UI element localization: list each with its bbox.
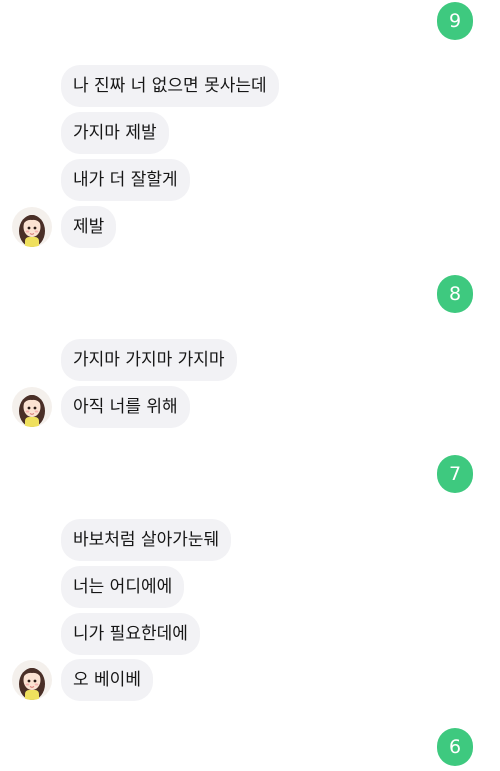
received-message-text: 나 진짜 너 없으면 못사는데 [73, 76, 267, 96]
received-message-bubble[interactable]: 제발 [61, 206, 117, 248]
received-message-bubble[interactable]: 아직 너를 위해 [61, 386, 190, 428]
received-message-text: 오 베이베 [73, 670, 141, 690]
profile-avatar-icon[interactable] [12, 207, 52, 247]
sent-message-bubble[interactable]: 6 [437, 728, 473, 766]
girl-avatar-icon [19, 395, 45, 427]
profile-avatar-icon[interactable] [12, 387, 52, 427]
received-message-bubble[interactable]: 내가 더 잘할게 [61, 159, 190, 201]
received-message-bubble[interactable]: 가지마 제발 [61, 112, 169, 154]
sent-message-text: 7 [448, 463, 462, 485]
received-message-text: 가지마 가지마 가지마 [73, 350, 225, 370]
received-message-text: 제발 [73, 217, 105, 237]
received-message-text: 너는 어디에에 [73, 577, 173, 597]
received-message-bubble[interactable]: 너는 어디에에 [61, 566, 185, 608]
received-message-bubble[interactable]: 오 베이베 [61, 659, 153, 701]
sent-message-text: 9 [448, 10, 462, 32]
profile-avatar-icon[interactable] [12, 660, 52, 700]
received-message-bubble[interactable]: 나 진짜 너 없으면 못사는데 [61, 65, 279, 107]
sent-message-bubble[interactable]: 9 [437, 2, 473, 40]
received-message-text: 바보처럼 살아가눈뒈 [73, 530, 220, 550]
received-message-text: 내가 더 잘할게 [73, 170, 178, 190]
girl-avatar-icon [19, 215, 45, 247]
received-message-bubble[interactable]: 바보처럼 살아가눈뒈 [61, 519, 232, 561]
received-message-text: 니가 필요한데에 [73, 624, 188, 644]
girl-avatar-icon [19, 668, 45, 700]
received-message-text: 아직 너를 위해 [73, 397, 178, 417]
sent-message-text: 8 [448, 283, 462, 305]
received-message-bubble[interactable]: 가지마 가지마 가지마 [61, 339, 237, 381]
received-message-text: 가지마 제발 [73, 123, 157, 143]
sent-message-text: 6 [448, 736, 462, 758]
sent-message-bubble[interactable]: 7 [437, 455, 473, 493]
received-message-bubble[interactable]: 니가 필요한데에 [61, 613, 200, 655]
sent-message-bubble[interactable]: 8 [437, 275, 473, 313]
